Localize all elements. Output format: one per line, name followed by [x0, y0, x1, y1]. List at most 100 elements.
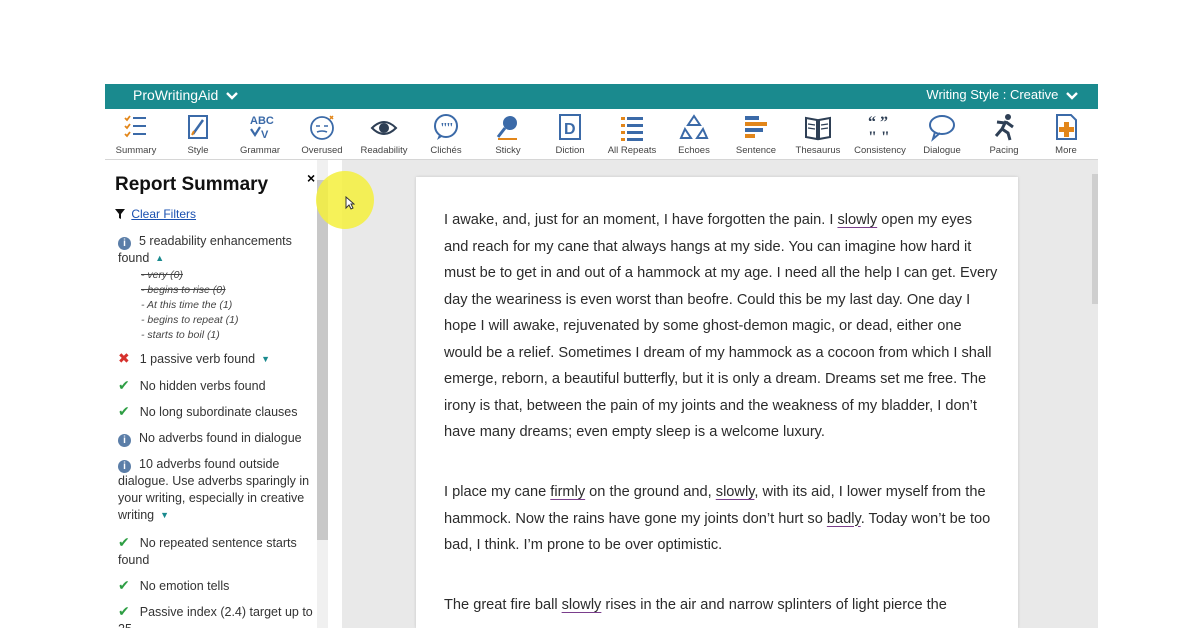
summary-item-text: No repeated sentence starts found: [118, 536, 297, 567]
check-icon: ✔: [118, 577, 130, 593]
brand-menu[interactable]: ProWritingAid: [133, 87, 239, 103]
sub-item[interactable]: - begins to repeat (1): [141, 313, 238, 328]
text-run: rises in the air and narrow splinters of…: [601, 597, 947, 613]
dialogue-bubble-icon: [929, 115, 955, 142]
summary-item-text: No adverbs found in dialogue: [139, 431, 302, 445]
tool-label: Sentence: [735, 145, 777, 156]
tool-consistency[interactable]: “ ” " " Consistency: [849, 112, 911, 158]
sub-item[interactable]: - begins to rise (0): [141, 283, 238, 298]
chevron-down-icon: [226, 92, 239, 100]
cliches-quote-bubble-icon: " ": [434, 114, 458, 140]
sidebar-scroll-thumb[interactable]: [317, 180, 328, 540]
summary-item-text: 1 passive verb found: [139, 352, 256, 366]
tool-summary[interactable]: Summary: [105, 112, 167, 158]
text-run: The great fire ball: [444, 597, 562, 613]
filter-icon: [115, 209, 125, 219]
tool-label: Echoes: [678, 145, 710, 156]
tool-pacing[interactable]: Pacing: [973, 112, 1035, 158]
tool-label: Consistency: [854, 145, 906, 156]
tool-label: Readability: [360, 145, 408, 156]
document-page[interactable]: I awake, and, just for an moment, I have…: [416, 177, 1018, 628]
sub-item[interactable]: - starts to boil (1): [141, 328, 238, 343]
info-icon: i: [118, 460, 131, 473]
chevron-down-icon: [1066, 91, 1078, 100]
tool-label: Diction: [555, 145, 585, 156]
tool-label: More: [1055, 145, 1077, 156]
paragraph[interactable]: I awake, and, just for an moment, I have…: [444, 207, 1000, 446]
more-plus-icon: [1056, 114, 1077, 140]
flagged-word[interactable]: firmly: [550, 484, 585, 500]
writing-style-label: Writing Style : Creative: [926, 87, 1059, 102]
flagged-word[interactable]: slowly: [562, 597, 602, 613]
summary-item[interactable]: ✔ No emotion tells: [118, 577, 318, 595]
tool-label: Clichés: [430, 145, 462, 156]
paragraph[interactable]: I place my cane firmly on the ground and…: [444, 479, 1000, 559]
summary-item[interactable]: i5 readability enhancements found ▲: [118, 233, 318, 267]
writing-style-select[interactable]: Writing Style : Creative: [926, 87, 1078, 102]
app-window: ProWritingAid Writing Style : Creative S…: [105, 84, 1098, 628]
tool-echoes[interactable]: Echoes: [663, 112, 725, 158]
summary-item-text: No emotion tells: [139, 579, 230, 593]
summary-item[interactable]: i 10 adverbs found outside dialogue. Use …: [118, 456, 318, 524]
clear-filters-row: Clear Filters: [115, 207, 196, 221]
svg-text:V: V: [261, 129, 269, 141]
svg-text:" ": " ": [868, 129, 890, 142]
paragraph[interactable]: The great fire ball slowly rises in the …: [444, 592, 1000, 619]
flagged-word[interactable]: badly: [827, 511, 861, 527]
tool-readability[interactable]: Readability: [353, 112, 415, 158]
summary-item-text: 5 readability enhancements found: [118, 234, 292, 265]
top-bar: ProWritingAid Writing Style : Creative: [105, 84, 1098, 109]
info-icon: i: [118, 434, 131, 447]
tool-overused[interactable]: Overused: [291, 112, 353, 158]
sentence-bars-icon: [745, 116, 767, 138]
style-icon: [188, 115, 208, 139]
tool-label: Sticky: [495, 145, 521, 156]
text-run: I place my cane: [444, 484, 551, 500]
pacing-runner-icon: [994, 114, 1014, 141]
flagged-word[interactable]: slowly: [716, 484, 755, 500]
echoes-recycle-icon: [679, 114, 709, 139]
tool-dialogue[interactable]: Dialogue: [911, 112, 973, 158]
summary-item[interactable]: ✔ No repeated sentence starts found: [118, 534, 318, 569]
report-summary-panel: Report Summary × Clear Filters i5 readab…: [105, 160, 328, 628]
flagged-word[interactable]: slowly: [837, 212, 877, 228]
thesaurus-book-icon: [805, 116, 831, 141]
tool-grammar[interactable]: ABC V Grammar: [229, 112, 291, 158]
tool-more[interactable]: More: [1035, 112, 1097, 158]
clear-filters-link[interactable]: Clear Filters: [131, 207, 196, 221]
summary-item[interactable]: ✔ No long subordinate clauses: [118, 403, 318, 421]
expand-caret-icon[interactable]: ▼: [261, 351, 270, 368]
sub-item[interactable]: - At this time the (1): [141, 298, 238, 313]
expand-caret-icon[interactable]: ▼: [160, 507, 169, 524]
svg-text:": ": [446, 121, 454, 136]
summary-item-text: 10 adverbs found outside dialogue. Use a…: [118, 457, 310, 522]
consistency-quotes-icon: “ ” " ": [868, 114, 890, 142]
check-icon: ✔: [118, 534, 130, 550]
tool-label: Dialogue: [923, 145, 961, 156]
summary-item[interactable]: i No adverbs found in dialogue: [118, 430, 318, 447]
tool-label: Overused: [301, 145, 343, 156]
close-icon[interactable]: ×: [307, 170, 315, 186]
tool-sticky[interactable]: Sticky: [477, 112, 539, 158]
tool-thesaurus[interactable]: Thesaurus: [787, 112, 849, 158]
summary-item[interactable]: ✔ No hidden verbs found: [118, 377, 318, 395]
text-run: on the ground and,: [585, 484, 716, 500]
collapse-caret-icon[interactable]: ▲: [155, 250, 164, 267]
tool-cliches[interactable]: " " Clichés: [415, 112, 477, 158]
summary-item-text: No hidden verbs found: [139, 379, 266, 393]
all-repeats-list-icon: [621, 117, 643, 141]
summary-item[interactable]: ✖ 1 passive verb found ▼: [118, 350, 318, 368]
summary-item[interactable]: ✔Passive index (2.4) target up to 25: [118, 603, 318, 628]
tool-sentence[interactable]: Sentence: [725, 112, 787, 158]
tool-all-repeats[interactable]: All Repeats: [601, 112, 663, 158]
tool-style[interactable]: Style: [167, 112, 229, 158]
tool-label: Pacing: [989, 145, 1019, 156]
editor-scroll-thumb[interactable]: [1092, 174, 1098, 304]
sub-item[interactable]: - very (0): [141, 268, 238, 283]
summary-item-text: No long subordinate clauses: [139, 405, 298, 419]
mouse-pointer-icon: [345, 196, 355, 210]
check-icon: ✔: [118, 603, 130, 619]
tool-diction[interactable]: D Diction: [539, 112, 601, 158]
tool-label: All Repeats: [607, 145, 657, 156]
readability-sub-list: - very (0) - begins to rise (0) - At thi…: [141, 268, 238, 343]
